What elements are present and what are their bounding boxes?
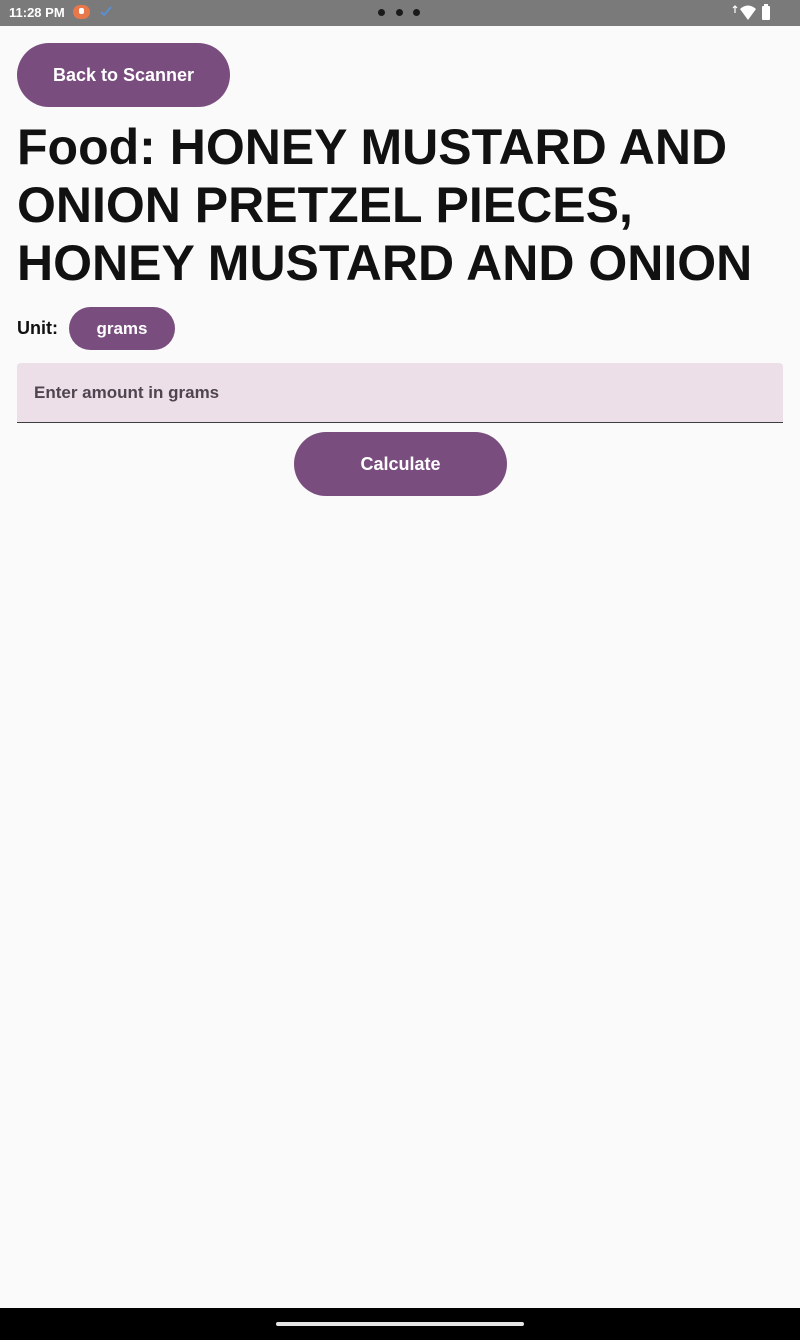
navigation-bar [0, 1308, 800, 1340]
status-time: 11:28 PM [9, 5, 65, 20]
amount-input[interactable] [17, 363, 783, 422]
battery-icon [762, 4, 770, 20]
food-title: Food: HONEY MUSTARD AND ONION PRETZEL PI… [17, 119, 753, 291]
wifi-icon [732, 5, 756, 20]
status-bar: 11:28 PM [0, 0, 800, 26]
back-to-scanner-button[interactable]: Back to Scanner [17, 43, 230, 107]
check-icon [100, 6, 112, 17]
home-handle[interactable] [276, 1322, 524, 1326]
amount-field[interactable] [17, 363, 783, 423]
calculate-button[interactable]: Calculate [294, 432, 507, 496]
unit-label: Unit: [17, 318, 58, 338]
unit-selector-button[interactable]: grams [68, 307, 175, 350]
more-dots-icon [378, 9, 422, 17]
notification-icon [73, 5, 90, 19]
unit-row: Unit: grams [17, 307, 175, 350]
